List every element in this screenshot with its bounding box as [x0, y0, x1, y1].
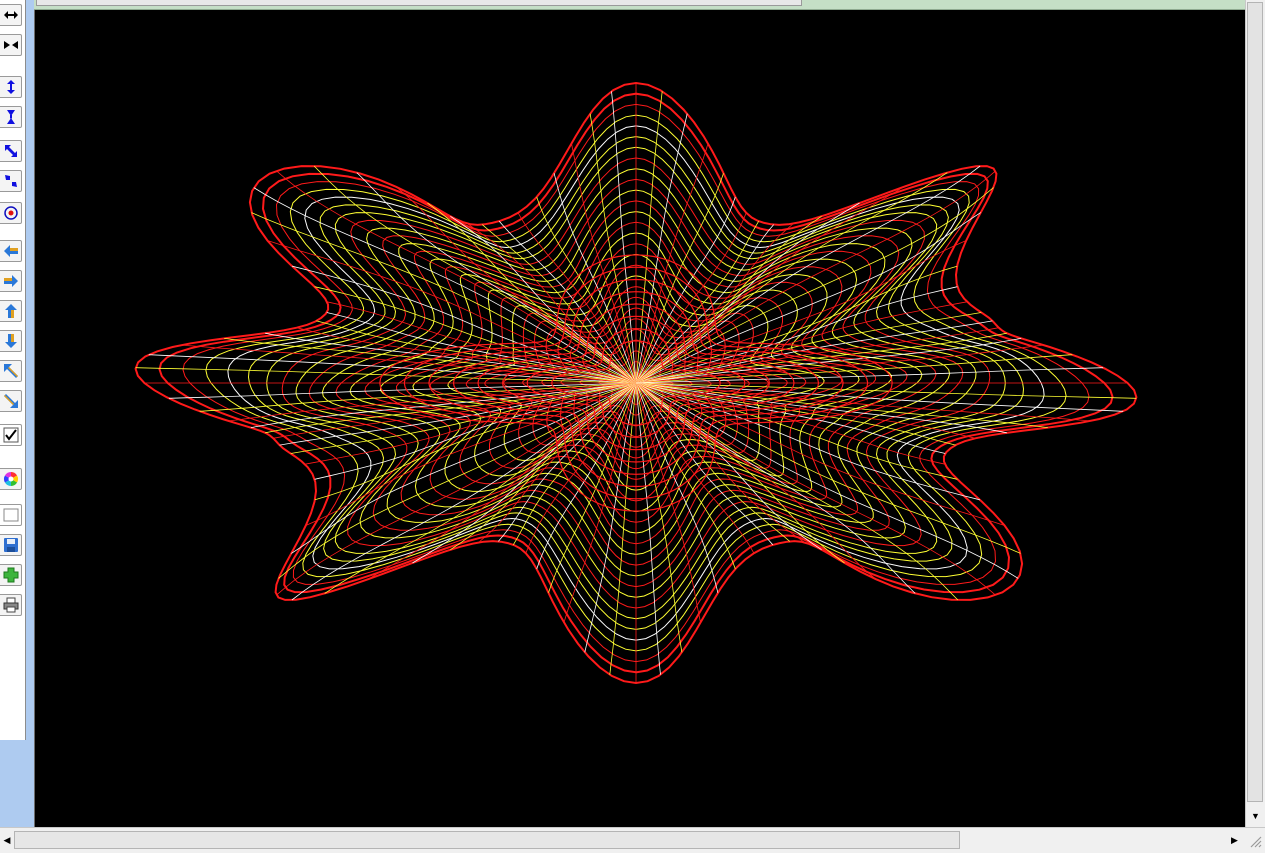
move-up-left-button[interactable]: [0, 360, 22, 382]
mesh-line: [314, 382, 637, 480]
scroll-down-icon: ▼: [1251, 811, 1260, 821]
move-up-left-icon: [3, 363, 19, 379]
stretch-diagonal-icon: [3, 143, 19, 159]
move-left-icon: [3, 243, 19, 259]
mesh-line: [635, 224, 775, 384]
horizontal-scrollbar[interactable]: ◀ ▶: [0, 827, 1265, 853]
scroll-right-icon: ▶: [1231, 834, 1238, 845]
scroll-down-button[interactable]: ▼: [1247, 807, 1264, 825]
move-down-icon: [3, 333, 19, 349]
mesh-line: [635, 382, 956, 446]
application-window: ▼ ◀ ▶: [0, 0, 1265, 853]
stretch-vertical-icon: [3, 79, 19, 95]
color-wheel-button[interactable]: [0, 468, 22, 490]
move-left-button[interactable]: [0, 240, 22, 262]
scroll-left-icon: ◀: [3, 834, 11, 845]
top-input-field[interactable]: [36, 0, 802, 6]
mesh-line: [589, 113, 637, 384]
scroll-left-button[interactable]: ◀: [0, 831, 14, 849]
stretch-horizontal-button[interactable]: [0, 4, 22, 26]
mesh-line: [635, 91, 663, 384]
shrink-diagonal-icon: [3, 173, 19, 189]
center-target-button[interactable]: [0, 202, 22, 224]
save-button[interactable]: [0, 534, 22, 556]
mesh-line: [635, 382, 683, 653]
print-icon: [3, 597, 19, 613]
stretch-diagonal-button[interactable]: [0, 140, 22, 162]
mesh-surface-plot: [134, 81, 1138, 685]
checkbox-icon: [3, 427, 19, 443]
mesh-line: [609, 382, 637, 675]
color-wheel-icon: [3, 471, 19, 487]
checkbox[interactable]: [0, 424, 22, 446]
move-down-right-button[interactable]: [0, 390, 22, 412]
horizontal-scroll-thumb[interactable]: [14, 831, 960, 849]
mesh-line: [571, 143, 637, 384]
vertical-scrollbar[interactable]: ▼: [1245, 0, 1265, 827]
add-button[interactable]: [0, 564, 22, 586]
scroll-right-button[interactable]: ▶: [1226, 831, 1243, 849]
drawing-canvas[interactable]: [34, 10, 1245, 827]
stretch-vertical-button[interactable]: [0, 76, 22, 98]
save-icon: [3, 537, 19, 553]
vertical-scroll-thumb[interactable]: [1247, 2, 1263, 802]
shrink-diagonal-button[interactable]: [0, 170, 22, 192]
mesh-line: [316, 320, 637, 384]
move-right-icon: [3, 273, 19, 289]
mesh-line: [635, 286, 958, 384]
blank-swatch-icon: [3, 507, 19, 523]
stretch-horizontal-icon: [3, 7, 19, 23]
center-target-icon: [3, 205, 19, 221]
blank-swatch-button[interactable]: [0, 504, 22, 526]
mesh-line: [497, 382, 637, 542]
print-button[interactable]: [0, 594, 22, 616]
move-down-right-icon: [3, 393, 19, 409]
shrink-vertical-icon: [3, 109, 19, 125]
shrink-horizontal-icon: [3, 37, 19, 53]
move-right-button[interactable]: [0, 270, 22, 292]
shrink-vertical-button[interactable]: [0, 106, 22, 128]
left-toolbar: [0, 0, 26, 740]
shrink-horizontal-button[interactable]: [0, 34, 22, 56]
resize-grip-icon[interactable]: [1248, 834, 1262, 850]
move-down-button[interactable]: [0, 330, 22, 352]
toolbar-empty-area: [0, 740, 30, 828]
move-up-button[interactable]: [0, 300, 22, 322]
mesh-line: [635, 382, 701, 623]
move-up-icon: [3, 303, 19, 319]
add-icon: [3, 567, 19, 583]
